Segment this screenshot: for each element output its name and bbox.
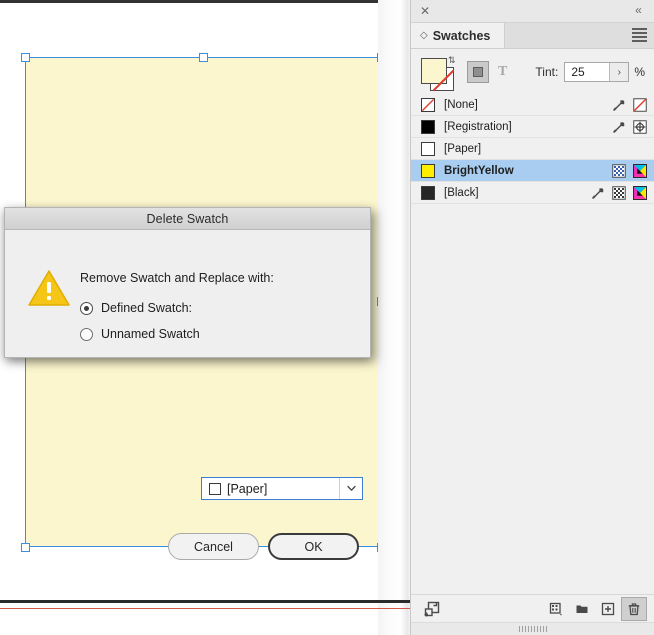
radio-unnamed-swatch-indicator[interactable]: [80, 327, 93, 341]
swatch-name: [Black]: [444, 186, 479, 199]
dialog-title: Delete Swatch: [146, 211, 229, 226]
canvas-right-shadow: [378, 0, 410, 635]
panel-footer: [411, 594, 654, 623]
selection-handle-top-left[interactable]: [21, 53, 30, 62]
warning-triangle-icon: [28, 270, 70, 306]
double-chevron-left-icon[interactable]: «: [630, 3, 646, 18]
swatches-panel: ✕ « ◇ Swatches ⇅ T Tint: 25 › % [None] […: [410, 0, 654, 635]
grip-lines: [518, 626, 547, 632]
swatch-name: [None]: [444, 98, 478, 111]
new-swatch-icon[interactable]: [595, 597, 621, 621]
panel-topbar: ✕ «: [411, 0, 654, 23]
solid-color-icon[interactable]: [467, 61, 489, 83]
none-slash-icon: [432, 69, 455, 92]
tint-control: Tint: 25 › %: [535, 62, 645, 82]
radio-defined-swatch-indicator[interactable]: [80, 301, 93, 315]
swatch-row-paper[interactable]: [Paper]: [411, 138, 654, 160]
swatch-row-brightyellow[interactable]: BrightYellow: [411, 160, 654, 182]
radio-unnamed-swatch[interactable]: Unnamed Swatch: [80, 327, 200, 341]
color-mode-buttons: T: [467, 61, 507, 83]
cmyk-color-icon: [633, 163, 647, 178]
replacement-swatch-chip: [209, 482, 221, 495]
panel-resize-grip[interactable]: [411, 622, 654, 635]
swatch-chip-none[interactable]: [421, 97, 435, 112]
formatting-affects-text-icon[interactable]: T: [498, 64, 507, 80]
replacement-swatch-value: [Paper]: [227, 481, 268, 496]
dialog-titlebar: Delete Swatch: [5, 208, 370, 230]
swatch-row-icons: [605, 163, 647, 178]
swatch-name: [Registration]: [444, 120, 512, 133]
swatch-row-registration[interactable]: [Registration]: [411, 116, 654, 138]
swatch-row-icons: [605, 97, 647, 112]
swatch-list[interactable]: [None] [Registration] [Paper] BrightYell…: [411, 94, 654, 595]
spot-dropper-icon: [612, 98, 626, 112]
swap-fill-stroke-icon[interactable]: ⇅: [448, 55, 458, 65]
swatch-row-icons: [584, 185, 647, 200]
process-checker-icon: [612, 185, 626, 200]
tint-label: Tint:: [535, 65, 559, 79]
tint-input[interactable]: 25: [565, 65, 609, 79]
dialog-prompt: Remove Swatch and Replace with:: [80, 271, 274, 285]
delete-swatch-icon[interactable]: [621, 597, 647, 621]
spot-dropper-icon: [612, 120, 626, 134]
panel-tabstrip: ◇ Swatches: [411, 23, 654, 49]
show-swatch-sets-icon[interactable]: [419, 597, 445, 621]
panel-controls: ⇅ T Tint: 25 › %: [411, 49, 654, 96]
registration-target-icon: [633, 119, 647, 134]
ok-button[interactable]: OK: [268, 533, 359, 560]
panel-footer-right-buttons: [543, 597, 647, 621]
dialog-body: Remove Swatch and Replace with: Defined …: [5, 230, 370, 358]
tab-swatches[interactable]: ◇ Swatches: [411, 23, 506, 48]
selection-handle-top-center[interactable]: [199, 53, 208, 62]
selection-handle-bottom-left[interactable]: [21, 543, 30, 552]
document-top-rule: [0, 0, 410, 3]
radio-unnamed-swatch-label: Unnamed Swatch: [101, 327, 200, 341]
chevron-right-icon[interactable]: ›: [609, 63, 629, 81]
process-checker-icon: [612, 163, 626, 178]
tint-percent-label: %: [634, 65, 645, 79]
none-swatch-icon: [633, 97, 647, 112]
radio-defined-swatch-label: Defined Swatch:: [101, 301, 193, 315]
swatch-row-icons: [605, 119, 647, 134]
swatch-chip-brightyellow[interactable]: [421, 163, 435, 178]
tab-swatches-label: Swatches: [432, 28, 491, 43]
swatch-name: [Paper]: [444, 142, 482, 155]
delete-swatch-dialog: Delete Swatch Remove Swatch and Replace …: [4, 207, 371, 560]
cmyk-color-icon: [633, 185, 647, 200]
radio-defined-swatch[interactable]: Defined Swatch:: [80, 301, 192, 315]
swatch-row-none[interactable]: [None]: [411, 94, 654, 116]
cancel-button[interactable]: Cancel: [168, 533, 259, 560]
new-swatch-folder-icon[interactable]: [569, 597, 595, 621]
swatch-row-black[interactable]: [Black]: [411, 182, 654, 204]
swatch-chip-paper[interactable]: [421, 141, 435, 156]
hamburger-menu-icon[interactable]: [632, 28, 647, 42]
new-color-group-icon[interactable]: [543, 597, 569, 621]
swatch-name: BrightYellow: [444, 164, 514, 177]
chevron-down-icon[interactable]: [339, 478, 362, 499]
fill-stroke-control[interactable]: ⇅: [419, 55, 459, 92]
diamond-arrows-icon: ◇: [420, 30, 428, 41]
swatch-chip-registration[interactable]: [421, 119, 435, 134]
document-bottom-rule: [0, 600, 410, 603]
spot-dropper-icon: [591, 186, 605, 200]
close-icon[interactable]: ✕: [418, 4, 432, 18]
replacement-swatch-dropdown[interactable]: [Paper]: [201, 477, 363, 500]
document-bleed-guide: [0, 608, 410, 609]
tint-input-wrap[interactable]: 25 ›: [564, 62, 630, 82]
swatch-chip-black[interactable]: [421, 185, 435, 200]
